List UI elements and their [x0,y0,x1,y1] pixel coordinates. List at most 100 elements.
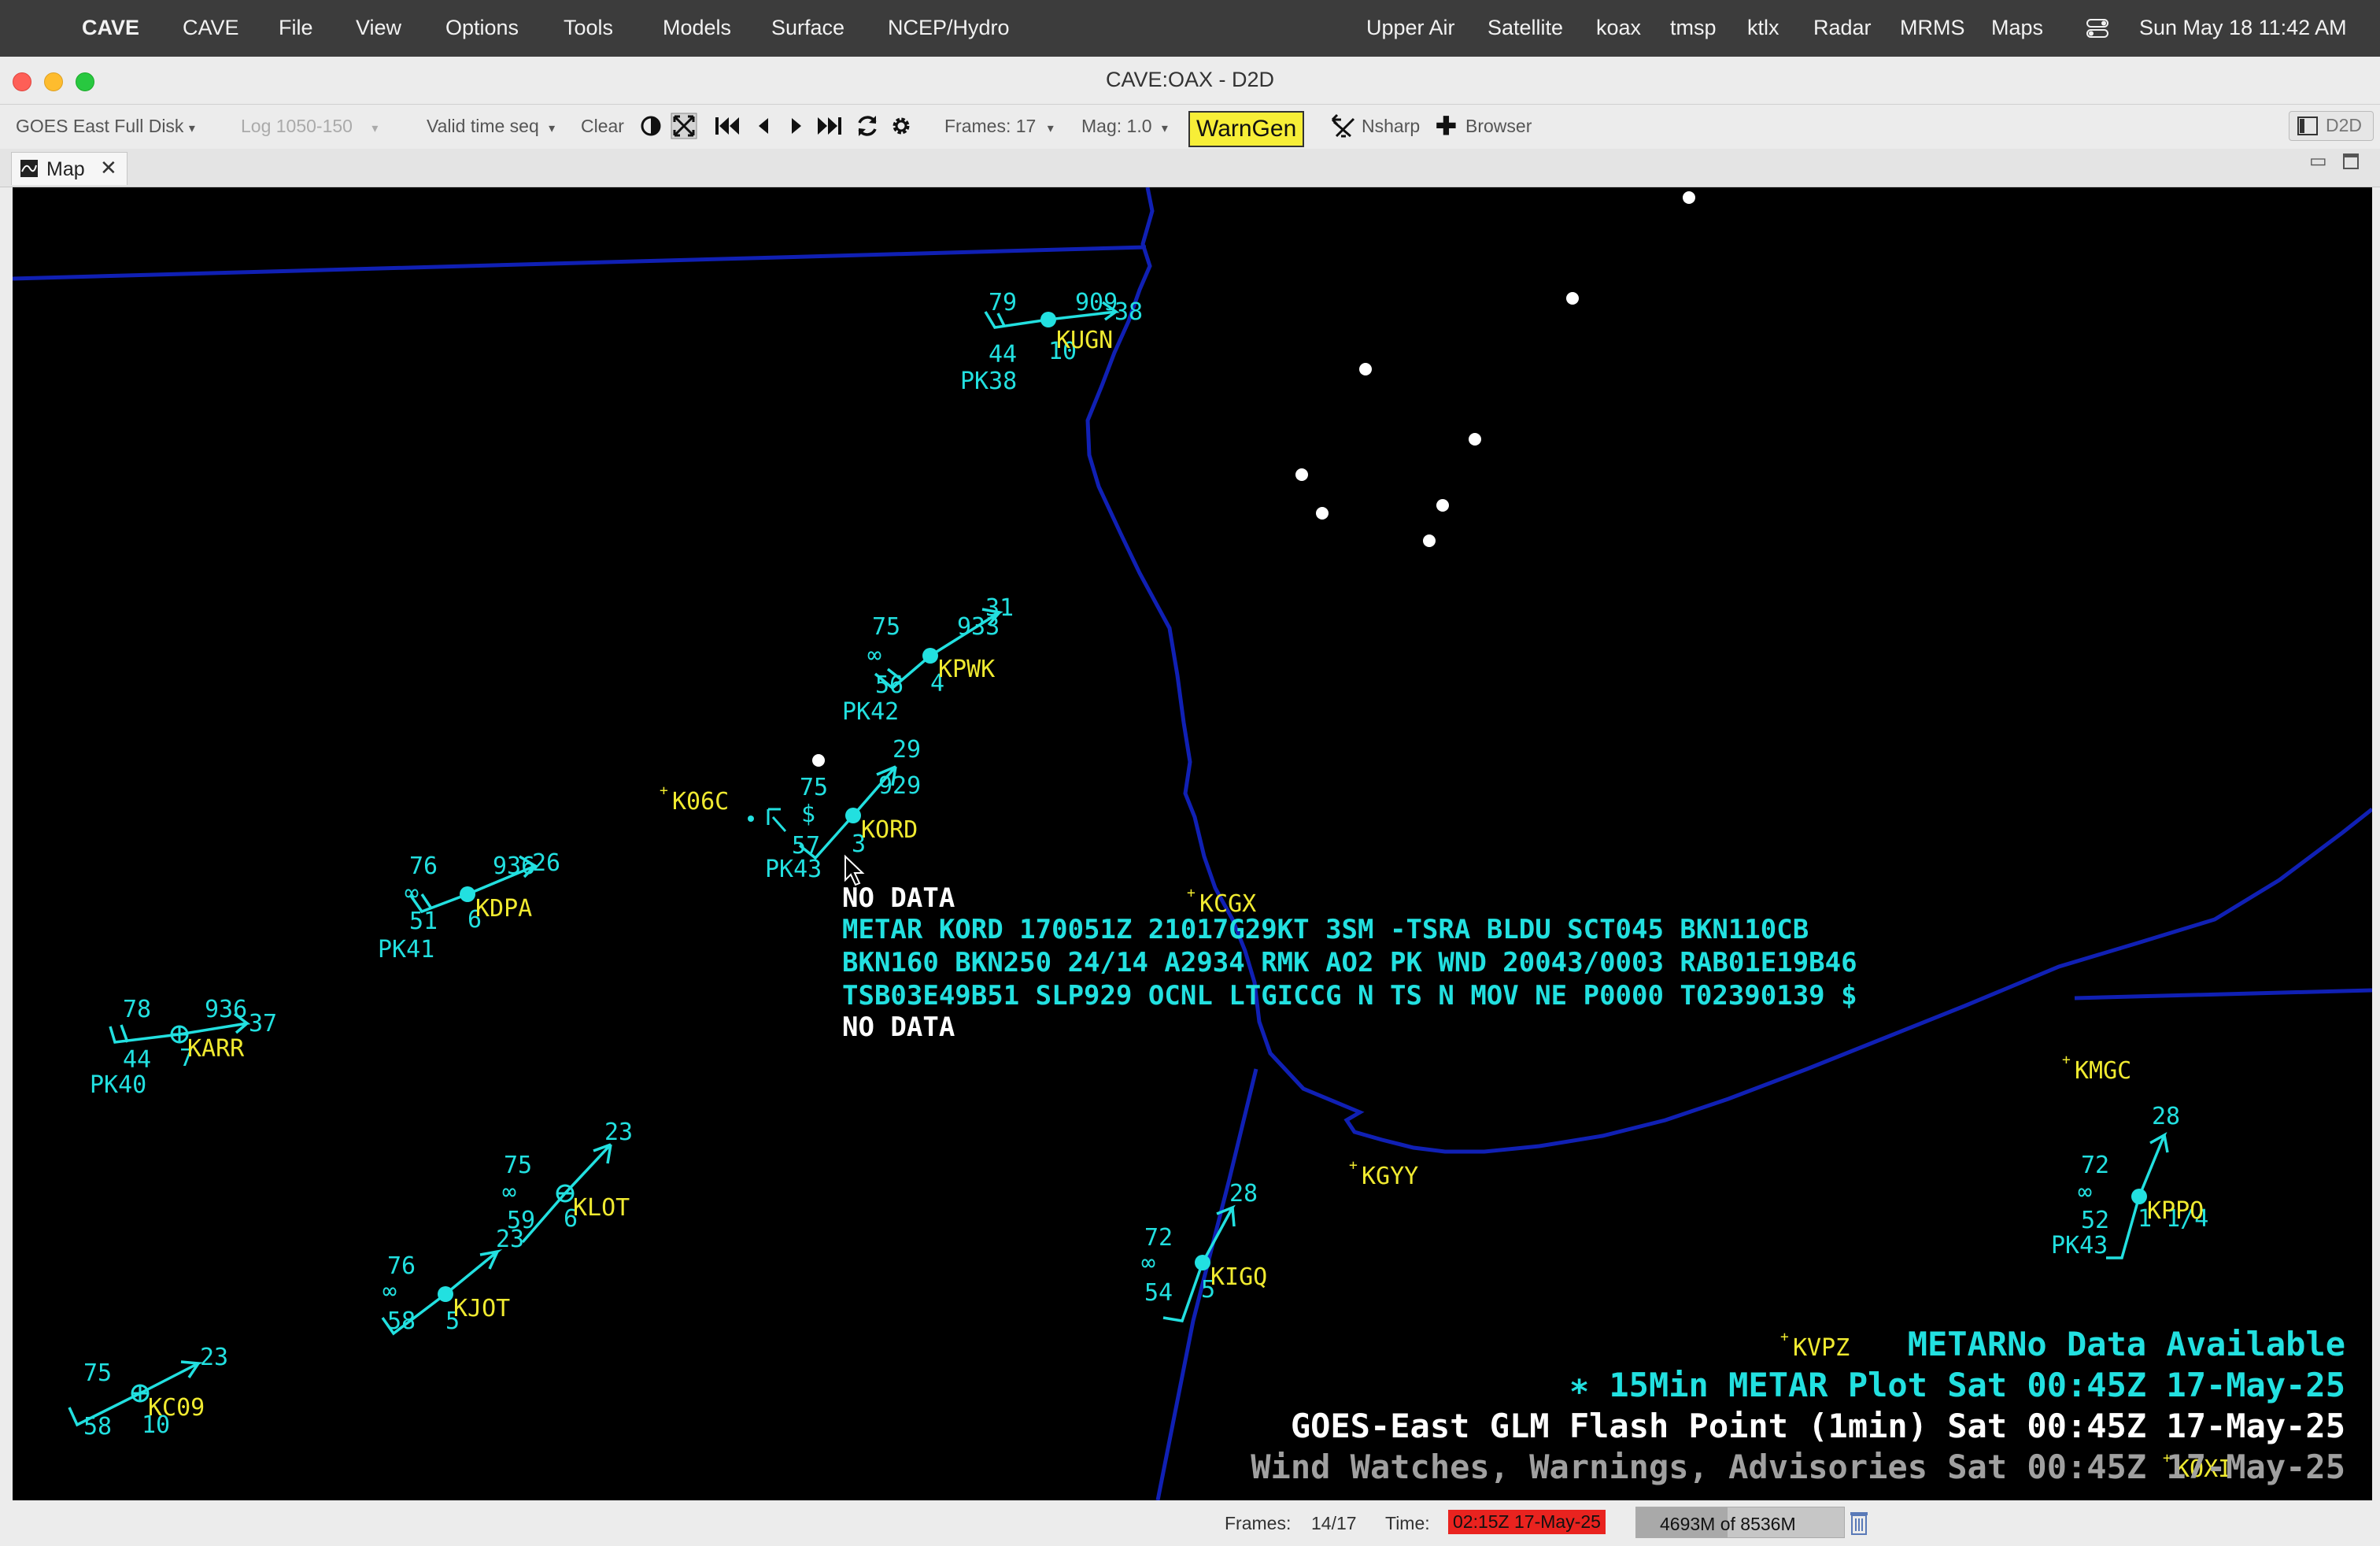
k06c-dot [748,816,754,822]
nsharp-icon[interactable] [1330,113,1357,144]
station-dot-kjot [438,1286,453,1302]
toolbar: GOES East Full Disk ▾ Log 1050-150 ▾ Val… [0,105,2380,149]
station-id-kdpa: KDPA [475,895,532,923]
station-marker: + [2062,1052,2071,1068]
kjot-gust: 23 [496,1226,524,1253]
menu-cave[interactable]: CAVE [183,16,239,40]
memory-meter[interactable]: 4693M of 8536M [1635,1507,1845,1538]
step-back-icon[interactable] [754,114,773,142]
station-id-kc09: KC09 [148,1394,205,1422]
kc09-temp: 75 [83,1359,112,1387]
tab-map[interactable]: Map ✕ [11,152,128,185]
kjot-dew: 58 [387,1307,416,1335]
kugn-temp: 79 [989,289,1017,316]
last-frame-icon[interactable] [815,114,844,142]
map-display[interactable]: 79 909 38 44 10 PK38 75 933 31 ∞ 56 4 PK… [13,187,2372,1500]
zoom-fit-icon[interactable] [671,113,697,144]
kjot-visibility: ∞ [382,1278,397,1305]
frames-dropdown[interactable]: Frames: 17 ▾ [944,116,1054,137]
close-tab-icon[interactable]: ✕ [100,156,117,180]
valid-time-label: Valid time seq [427,116,539,136]
glm-flash-point [1295,468,1308,481]
nsharp-button[interactable]: Nsharp [1362,116,1420,137]
frames-status-value: 14/17 [1311,1513,1357,1533]
perspective-label: D2D [2326,115,2363,135]
first-frame-icon[interactable] [713,114,741,142]
contrast-icon[interactable] [639,114,663,142]
kppo-gust: 28 [2152,1103,2180,1130]
glm-flash-point [1683,191,1695,204]
tab-map-label: Map [46,158,85,180]
menu-tmsp[interactable]: tmsp [1670,16,1717,40]
station-dot-kppo [2131,1189,2147,1204]
kc09-dew: 58 [83,1413,112,1441]
minimize-view-icon[interactable]: ▭ [2309,150,2327,172]
mouse-cursor-icon [844,854,865,886]
state-border-north [13,245,1147,281]
kugn-dew: 44 [989,341,1017,368]
perspective-switcher[interactable]: D2D [2289,111,2374,141]
station-id-kugn: KUGN [1056,327,1113,354]
menu-upper-air[interactable]: Upper Air [1366,16,1455,40]
menu-satellite[interactable]: Satellite [1488,16,1563,40]
status-bar: Frames: 14/17 Time: 02:15Z 17-May-25 469… [0,1502,2380,1546]
dropdown-arrow-icon: ▾ [549,122,556,135]
glm-flash-point [812,754,825,767]
warngen-button[interactable]: WarnGen [1188,111,1305,147]
kord-peak-wind: PK43 [765,856,822,883]
kugn-gust: 38 [1114,298,1143,326]
menu-app-name[interactable]: CAVE [82,16,139,40]
clear-button[interactable]: Clear [581,116,624,137]
garbage-collect-trash-icon[interactable] [1850,1510,1868,1540]
loop-icon[interactable] [855,113,880,143]
karr-gust: 37 [249,1010,277,1037]
menu-ncep-hydro[interactable]: NCEP/Hydro [888,16,1010,40]
station-id-karr: KARR [187,1035,245,1063]
kdpa-gust: 26 [532,849,560,877]
menu-ktlx[interactable]: ktlx [1747,16,1779,40]
source-dropdown[interactable]: GOES East Full Disk ▾ [16,116,195,137]
kdpa-peak-wind: PK41 [378,936,434,963]
kjot-temp: 76 [387,1252,416,1280]
station-id-klot: KLOT [573,1194,630,1222]
menu-models[interactable]: Models [663,16,731,40]
menu-surface[interactable]: Surface [771,16,844,40]
menu-tools[interactable]: Tools [564,16,613,40]
time-status-value: 02:15Z 17-May-25 [1448,1510,1606,1534]
valid-time-dropdown[interactable]: Valid time seq ▾ [427,116,555,137]
mag-dropdown[interactable]: Mag: 1.0 ▾ [1081,116,1168,137]
add-browser-icon[interactable]: ✚ [1436,111,1457,141]
menu-radar[interactable]: Radar [1813,16,1872,40]
legend-wind-warnings: Wind Watches, Warnings, Advisories Sat 0… [1251,1448,2345,1486]
menu-clock[interactable]: Sun May 18 11:42 AM [2139,16,2347,40]
station-id-kmgc: KMGC [2075,1057,2131,1085]
control-center-icon[interactable] [2086,17,2111,45]
kigq-visibility: ∞ [1141,1249,1155,1277]
dropdown-arrow-icon: ▾ [1047,122,1054,135]
menu-file[interactable]: File [279,16,313,40]
dropdown-arrow-icon: ▾ [1161,122,1168,135]
menu-options[interactable]: Options [445,16,519,40]
kigq-dew: 54 [1144,1279,1173,1307]
menu-view[interactable]: View [356,16,401,40]
karr-pressure: 936 [205,996,247,1023]
kpwk-peak-wind: PK42 [842,698,899,726]
kigq-gust: 28 [1229,1180,1258,1208]
browser-button[interactable]: Browser [1465,116,1532,137]
glm-flash-point [1359,363,1372,375]
memory-meter-label: 4693M of 8536M [1660,1514,1796,1534]
menu-maps[interactable]: Maps [1991,16,2043,40]
glm-flash-point [1566,292,1579,305]
menu-mrms[interactable]: MRMS [1900,16,1965,40]
maximize-view-icon[interactable] [2342,153,2360,174]
step-forward-icon[interactable] [787,114,806,142]
kord-sym: $ [801,801,815,828]
menu-koax[interactable]: koax [1596,16,1641,40]
loop-settings-gear-icon[interactable] [889,114,913,142]
kord-temp: 75 [800,774,828,801]
map-canvas[interactable]: 79 909 38 44 10 PK38 75 933 31 ∞ 56 4 PK… [13,187,2372,1500]
log-dropdown[interactable]: Log 1050-150 ▾ [241,116,378,137]
klot-temp: 75 [504,1152,532,1179]
kpwk-dew: 56 [875,671,904,699]
metar-line-3: TSB03E49B51 SLP929 OCNL LTGICCG N TS N M… [842,980,1857,1012]
